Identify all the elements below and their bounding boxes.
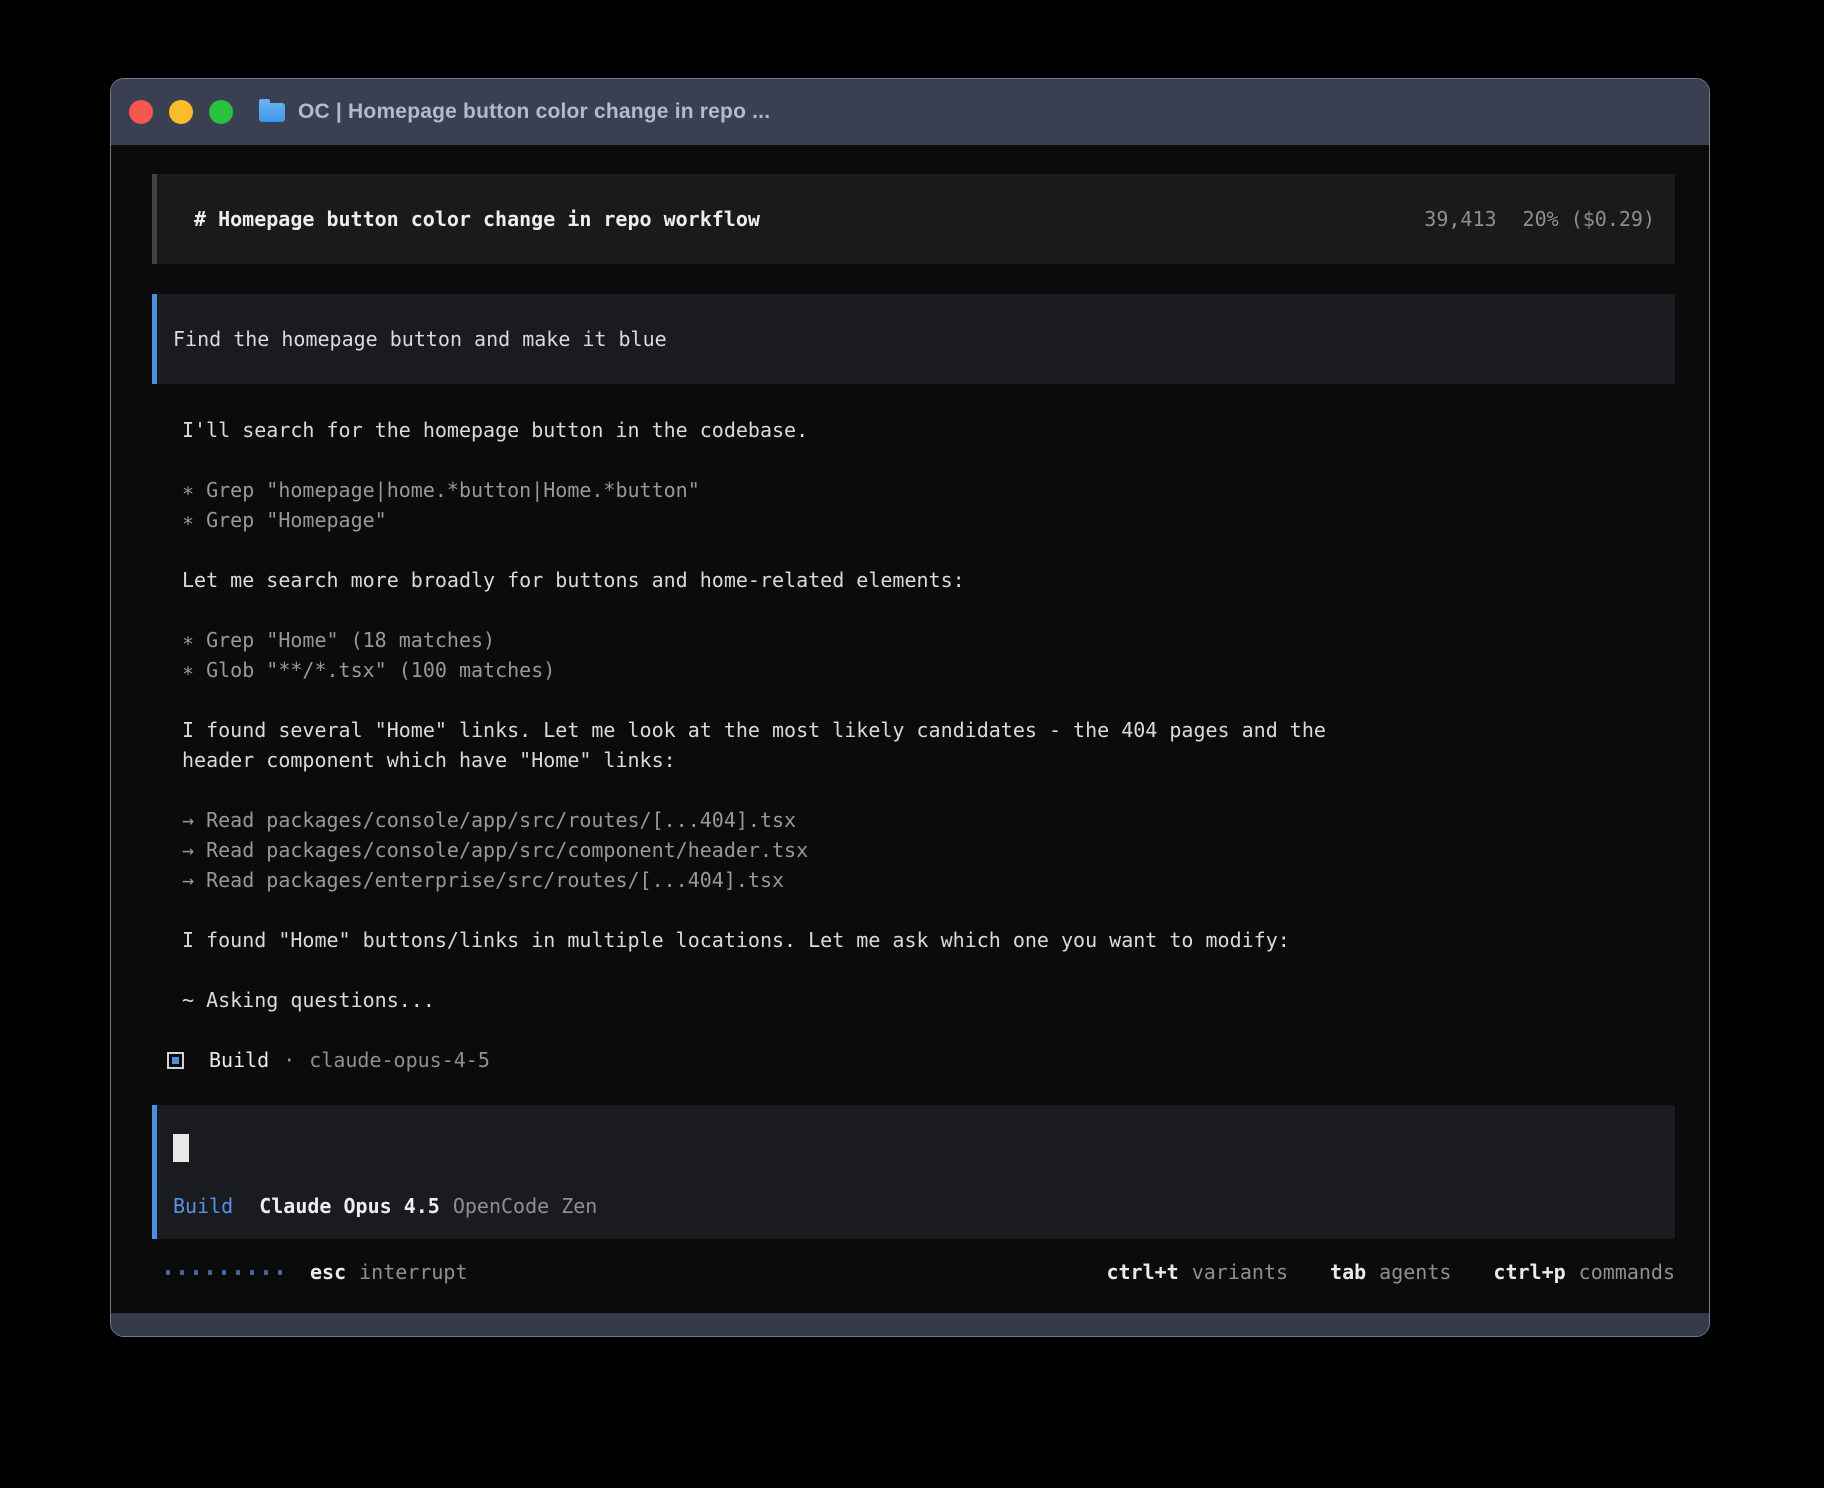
conversation-line: → Read packages/console/app/src/routes/[… (182, 805, 1675, 835)
agent-separator: · (283, 1045, 295, 1075)
shortcut-hint-agents: tab agents (1330, 1257, 1451, 1287)
paragraph-tool: → Read packages/console/app/src/routes/[… (182, 805, 1675, 895)
paragraph-tool: ∗ Grep "homepage|home.*button|Home.*butt… (182, 475, 1675, 535)
conversation-line: ∗ Glob "**/*.tsx" (100 matches) (182, 655, 1675, 685)
spinner-dots (166, 1270, 282, 1275)
conversation-line: I found several "Home" links. Let me loo… (182, 715, 1675, 745)
close-button[interactable] (129, 100, 153, 124)
conversation-line: ∗ Grep "Homepage" (182, 505, 1675, 535)
status-left: esc interrupt (152, 1257, 468, 1287)
session-title: # Homepage button color change in repo w… (194, 204, 760, 234)
interrupt-label: interrupt (359, 1257, 467, 1287)
mode-label[interactable]: Build (173, 1191, 233, 1221)
agent-name: Build (209, 1045, 269, 1075)
conversation-line: ∗ Grep "Home" (18 matches) (182, 625, 1675, 655)
minimize-button[interactable] (169, 100, 193, 124)
esc-key-hint: esc (310, 1257, 346, 1287)
input-line[interactable] (173, 1131, 1655, 1161)
token-count: 39,413 (1424, 204, 1496, 234)
input-footer: Build Claude Opus 4.5 OpenCode Zen (173, 1191, 1655, 1221)
agent-model: claude-opus-4-5 (309, 1045, 490, 1075)
window-title: OC | Homepage button color change in rep… (298, 100, 770, 124)
shortcut-hint-commands: ctrl+p commands (1493, 1257, 1675, 1287)
label-agents: agents (1379, 1257, 1451, 1287)
conversation-line: I found "Home" buttons/links in multiple… (182, 925, 1675, 955)
title-bar[interactable]: OC | Homepage button color change in rep… (111, 79, 1709, 145)
label-variants: variants (1192, 1257, 1288, 1287)
user-message-text: Find the homepage button and make it blu… (173, 327, 667, 351)
conversation-line: → Read packages/enterprise/src/routes/[.… (182, 865, 1675, 895)
agent-build-icon (167, 1052, 184, 1069)
agent-status-line: Build · claude-opus-4-5 (152, 1045, 1675, 1075)
key-ctrl-t: ctrl+t (1106, 1257, 1178, 1287)
context-usage: 20% ($0.29) (1523, 204, 1655, 234)
text-cursor (173, 1134, 189, 1162)
paragraph-text: I'll search for the homepage button in t… (182, 415, 1675, 445)
key-tab: tab (1330, 1257, 1366, 1287)
paragraph-text: Let me search more broadly for buttons a… (182, 565, 1675, 595)
model-label[interactable]: Claude Opus 4.5 (259, 1191, 440, 1221)
label-commands: commands (1579, 1257, 1675, 1287)
prompt-input[interactable]: Build Claude Opus 4.5 OpenCode Zen (152, 1105, 1675, 1239)
terminal-window: OC | Homepage button color change in rep… (110, 78, 1710, 1337)
paragraph-text: I found "Home" buttons/links in multiple… (182, 925, 1675, 955)
paragraph-text: I found several "Home" links. Let me loo… (182, 715, 1675, 775)
folder-icon (259, 103, 285, 122)
session-header: # Homepage button color change in repo w… (152, 174, 1675, 264)
status-right: ctrl+t variants tab agents ctrl+p commands (1106, 1257, 1675, 1287)
shortcut-hint-variants: ctrl+t variants (1106, 1257, 1288, 1287)
status-bar: esc interrupt ctrl+tvariantstabagentsctr… (152, 1257, 1675, 1287)
conversation-line: Let me search more broadly for buttons a… (182, 565, 1675, 595)
conversation-line: ∗ Grep "homepage|home.*button|Home.*butt… (182, 475, 1675, 505)
paragraph-text: ~ Asking questions... (182, 985, 1675, 1015)
zoom-button[interactable] (209, 100, 233, 124)
conversation-line: I'll search for the homepage button in t… (182, 415, 1675, 445)
window-bottom-bar (111, 1313, 1709, 1336)
provider-label: OpenCode Zen (453, 1191, 598, 1221)
paragraph-tool: ∗ Grep "Home" (18 matches)∗ Glob "**/*.t… (182, 625, 1675, 685)
traffic-lights (129, 100, 233, 124)
conversation-line: ~ Asking questions... (182, 985, 1675, 1015)
terminal-content: # Homepage button color change in repo w… (111, 145, 1709, 1313)
user-message-block: Find the homepage button and make it blu… (152, 294, 1675, 384)
key-ctrl-p: ctrl+p (1493, 1257, 1565, 1287)
session-stats: 39,413 20% ($0.29) (1424, 204, 1655, 234)
conversation-line: header component which have "Home" links… (182, 745, 1675, 775)
conversation-line: → Read packages/console/app/src/componen… (182, 835, 1675, 865)
conversation: I'll search for the homepage button in t… (152, 415, 1675, 1015)
